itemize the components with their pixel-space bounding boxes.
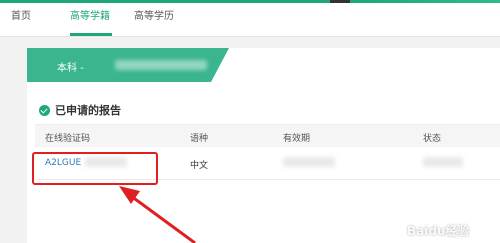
watermark: Baidu经验 (407, 224, 470, 238)
annotation-arrow-icon (119, 186, 196, 243)
